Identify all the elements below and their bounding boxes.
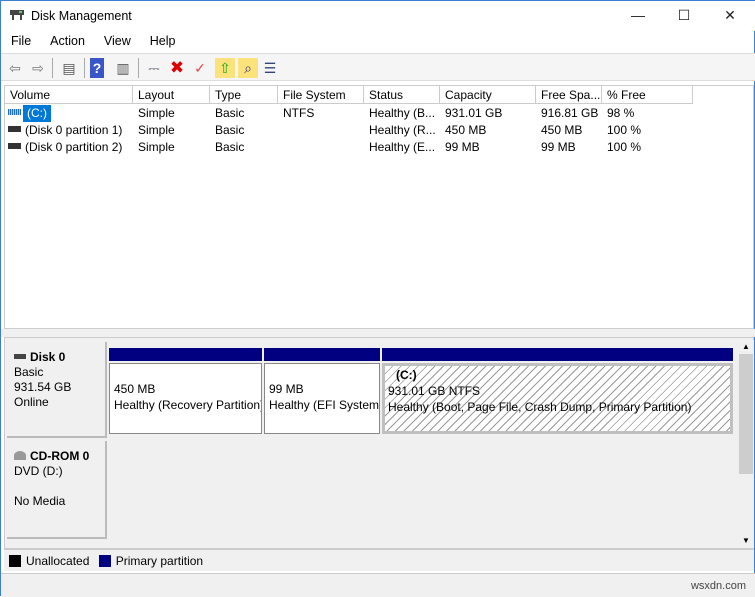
volume-list: Volume Layout Type File System Status Ca… [4,85,754,329]
forward-icon[interactable]: ⇨ [28,58,48,78]
back-icon[interactable]: ⇦ [5,58,25,78]
partition-size: 931.01 GB NTFS [388,384,481,398]
cd-rom-0-label[interactable]: CD-ROM 0 DVD (D:) No Media [7,441,107,539]
disk-name: CD-ROM 0 [30,449,90,463]
pane-splitter[interactable] [1,329,755,337]
help-icon[interactable]: ? [90,58,104,78]
unallocated-swatch [9,555,21,567]
scroll-up-arrow[interactable]: ▲ [738,340,754,354]
disk-map: Disk 0 Basic 931.54 GB Online 450 MB Heal… [4,337,754,549]
menu-action[interactable]: Action [40,31,94,48]
show-hide-console-tree-icon[interactable]: ▤ [59,58,79,78]
partition-size: 99 MB [269,382,304,396]
show-hide-action-pane-icon[interactable]: ▥ [113,58,133,78]
cell-capacity: 99 MB [445,140,480,154]
cell-percent-free: 100 % [607,140,642,154]
close-button[interactable]: ✕ [707,1,753,31]
watermark: wsxdn.com [690,580,746,592]
vertical-scrollbar[interactable]: ▲ ▼ [738,340,754,548]
partition-efi[interactable]: 99 MB Healthy (EFI System Partition) [264,348,380,434]
volume-name[interactable]: (Disk 0 partition 1) [23,122,124,139]
column-header-free-space[interactable]: Free Spa... [536,86,602,104]
toolbar: ⇦ ⇨ ▤ ? ▥ ⎓ ✖ ✓ ⇧ ⌕ ☰ [1,53,755,81]
scrollbar-thumb[interactable] [739,354,753,474]
partition-c[interactable]: (C:) 931.01 GB NTFS Healthy (Boot, Page Fi… [382,348,733,434]
menu-bar: File Action View Help [1,31,755,53]
cell-file-system [278,122,288,139]
title-bar: Disk Management — ☐ ✕ [1,1,755,31]
column-header-status[interactable]: Status [364,86,440,104]
cell-capacity: 450 MB [445,123,487,137]
cell-status: Healthy (B... [369,106,436,120]
primary-partition-swatch [98,555,111,567]
disk-type: DVD (D:) [14,464,63,478]
column-header-volume[interactable]: Volume [5,86,133,104]
status-bar: wsxdn.com [1,573,755,597]
column-header-percent-free[interactable]: % Free [602,86,693,104]
connect-disk-icon[interactable]: ⎓ [144,58,164,78]
settings-list-icon[interactable]: ☰ [260,58,280,78]
cell-file-system [278,139,288,156]
legend-primary-partition: Primary partition [115,554,204,568]
volume-name[interactable]: (Disk 0 partition 2) [23,139,124,156]
cell-percent-free: 100 % [607,123,642,137]
cell-free-space: 916.81 GB [541,106,599,120]
cell-type: Basic [215,140,245,154]
cell-status: Healthy (E... [369,140,436,154]
cell-capacity: 931.01 GB [445,106,503,120]
volume-icon [8,109,21,115]
menu-view[interactable]: View [94,31,140,48]
disk-icon [14,354,26,359]
cell-layout: Simple [138,106,175,120]
partition-title: (C:) [396,368,417,382]
cell-free-space: 450 MB [541,123,583,137]
legend-unallocated: Unallocated [26,554,90,568]
delete-icon[interactable]: ✖ [167,58,187,78]
disk-name: Disk 0 [30,350,66,364]
maximize-button[interactable]: ☐ [661,1,707,31]
properties-icon[interactable]: ✓ [190,58,210,78]
partition-status: Healthy (EFI System Partition) [269,398,380,412]
volume-icon [8,126,21,132]
minimize-button[interactable]: — [615,1,661,31]
disk-size: 931.54 GB [14,380,72,394]
volume-icon [8,143,21,149]
menu-help[interactable]: Help [140,31,185,48]
cell-file-system: NTFS [283,106,315,120]
cell-type: Basic [215,106,245,120]
menu-file[interactable]: File [1,31,40,48]
legend: Unallocated Primary partition [4,549,754,571]
partition-recovery[interactable]: 450 MB Healthy (Recovery Partition) [109,348,262,434]
column-header-file-system[interactable]: File System [278,86,364,104]
window-title: Disk Management [31,9,132,23]
disk-type: Basic [14,365,44,379]
cell-layout: Simple [138,123,175,137]
volume-name[interactable]: (C:) [23,105,51,122]
column-header-type[interactable]: Type [210,86,278,104]
cell-type: Basic [215,123,245,137]
column-header-layout[interactable]: Layout [133,86,210,104]
partition-status: Healthy (Recovery Partition) [114,398,262,412]
cell-layout: Simple [138,140,175,154]
column-header-capacity[interactable]: Capacity [440,86,536,104]
disk-0-label[interactable]: Disk 0 Basic 931.54 GB Online [7,342,107,438]
cell-free-space: 99 MB [541,140,576,154]
disk-management-app-icon [9,8,25,22]
disk-status: Online [14,395,49,409]
partition-status: Healthy (Boot, Page File, Crash Dump, Pr… [388,400,692,414]
partition-size: 450 MB [114,382,156,396]
cell-percent-free: 98 % [607,106,635,120]
cell-status: Healthy (R... [369,123,436,137]
explore-icon[interactable]: ⌕ [238,58,258,78]
disk-status: No Media [14,494,66,508]
scroll-down-arrow[interactable]: ▼ [738,534,754,548]
open-icon[interactable]: ⇧ [215,58,235,78]
cd-rom-icon [14,451,26,460]
